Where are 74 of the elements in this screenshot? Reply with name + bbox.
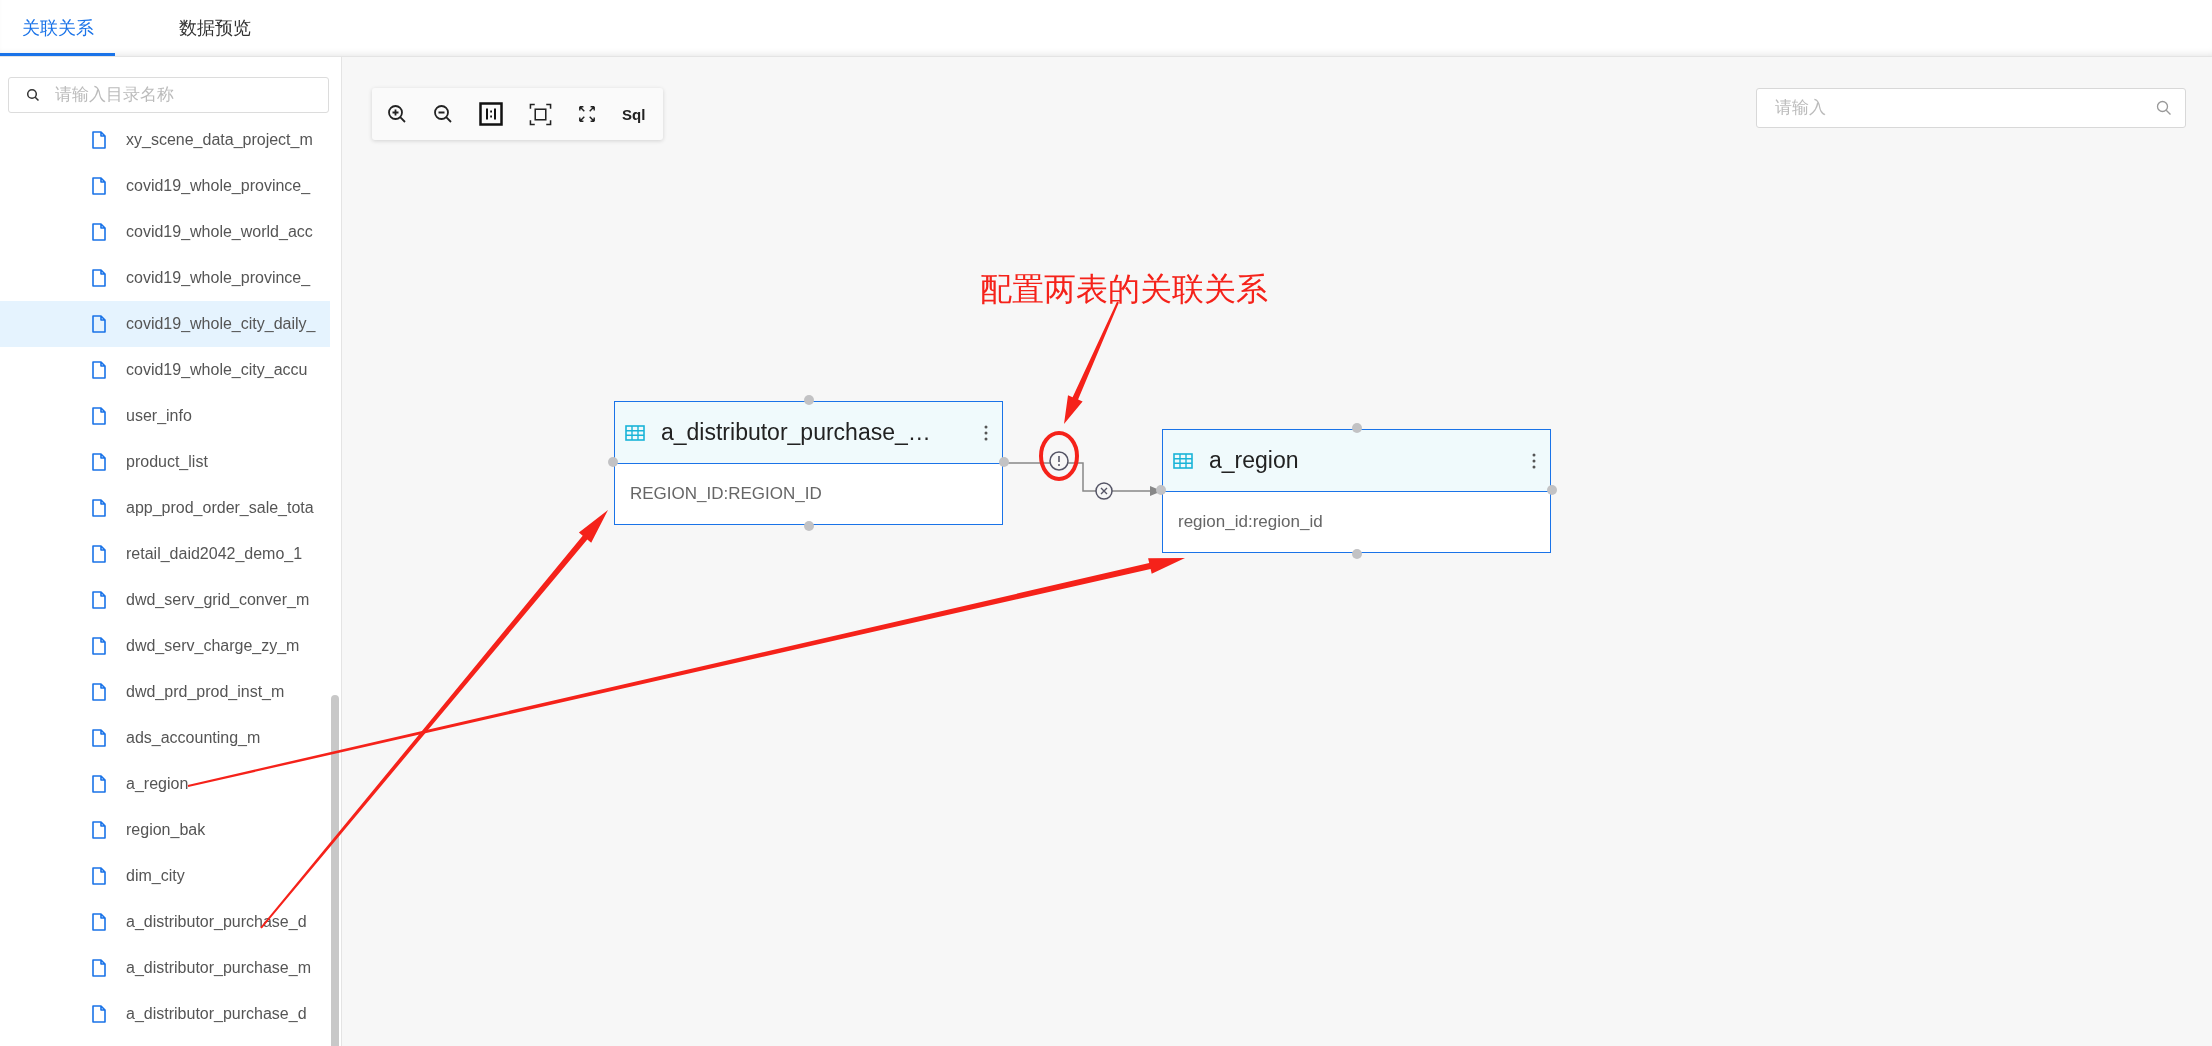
connection-handle[interactable] — [1351, 423, 1362, 433]
tab[interactable]: 关联关系 — [0, 0, 115, 56]
file-icon — [92, 407, 106, 425]
field-mapping: region_id:region_id — [1178, 512, 1323, 532]
connection-handle[interactable] — [803, 395, 814, 405]
tab[interactable]: 数据预览 — [157, 0, 272, 56]
actual-size-icon[interactable] — [479, 102, 503, 126]
file-icon — [92, 683, 106, 701]
table-list-item[interactable]: ads_accounting_m — [0, 715, 330, 761]
node-title: a_distributor_purchase_… — [661, 419, 932, 446]
remove-link-icon[interactable] — [1095, 482, 1113, 500]
table-list-item[interactable]: xy_scene_data_project_m — [0, 117, 330, 163]
table-node[interactable]: a_region region_id:region_id — [1162, 429, 1551, 553]
file-icon — [92, 269, 106, 287]
table-list-item[interactable]: dwd_serv_charge_zy_m — [0, 623, 330, 669]
table-list-item[interactable]: dim_city — [0, 853, 330, 899]
sql-button[interactable]: Sql — [622, 105, 646, 123]
table-list-item[interactable]: covid19_whole_province_ — [0, 163, 330, 209]
table-list-item[interactable]: covid19_whole_province_ — [0, 255, 330, 301]
file-icon — [92, 729, 106, 747]
table-list-item[interactable]: app_prod_order_sale_tota — [0, 485, 330, 531]
connection-handle[interactable] — [1351, 549, 1362, 559]
table-list-item[interactable]: dwd_serv_grid_conver_m — [0, 577, 330, 623]
file-icon — [92, 499, 106, 517]
file-icon — [92, 131, 106, 149]
search-field[interactable]: 请输入目录名称 — [8, 77, 329, 113]
fit-screen-icon[interactable] — [529, 102, 552, 126]
table-icon — [625, 424, 645, 441]
file-icon — [92, 775, 106, 793]
search-icon — [26, 88, 40, 102]
file-icon — [92, 177, 106, 195]
connection-handle[interactable] — [1156, 485, 1166, 495]
connection-handle[interactable] — [803, 521, 814, 531]
field-mapping: REGION_ID:REGION_ID — [630, 484, 822, 504]
table-list-item[interactable]: a_distributor_purchase_m — [0, 945, 330, 991]
file-icon — [92, 223, 106, 241]
table-icon — [1173, 452, 1193, 469]
warning-icon[interactable] — [1049, 451, 1069, 471]
search-icon — [2156, 100, 2172, 116]
table-node[interactable]: a_distributor_purchase_… REGION_ID:REGION_ID — [614, 401, 1003, 525]
file-icon — [92, 1005, 106, 1023]
scrollbar[interactable] — [331, 695, 339, 1046]
table-list-item[interactable]: covid19_whole_city_accu — [0, 347, 330, 393]
table-list-item[interactable]: covid19_whole_city_daily_ — [0, 301, 330, 347]
file-icon — [92, 453, 106, 471]
more-icon[interactable] — [984, 424, 988, 441]
file-icon — [92, 959, 106, 977]
annotation-ellipse — [1039, 431, 1079, 481]
zoom-out-icon[interactable] — [433, 104, 453, 124]
table-list-item[interactable]: product_list — [0, 439, 330, 485]
file-icon — [92, 315, 106, 333]
table-list-item[interactable]: user_info — [0, 393, 330, 439]
file-icon — [92, 361, 106, 379]
file-icon — [92, 545, 106, 563]
connection-handle[interactable] — [1547, 485, 1557, 495]
annotation-text: 配置两表的关联关系 — [980, 270, 1268, 309]
file-icon — [92, 637, 106, 655]
table-list-item[interactable]: covid19_whole_world_acc — [0, 209, 330, 255]
file-icon — [92, 913, 106, 931]
fullscreen-icon[interactable] — [578, 105, 596, 123]
table-list-item[interactable]: dwd_prd_prod_inst_m — [0, 669, 330, 715]
connection-handle[interactable] — [999, 457, 1009, 467]
file-icon — [92, 821, 106, 839]
file-icon — [92, 591, 106, 609]
search-field[interactable]: 请输入 — [1756, 88, 2186, 128]
table-list-item[interactable]: a_region — [0, 761, 330, 807]
table-list-item[interactable]: region_bak — [0, 807, 330, 853]
zoom-in-icon[interactable] — [387, 104, 407, 124]
more-icon[interactable] — [1532, 452, 1536, 469]
file-icon — [92, 867, 106, 885]
table-list-item[interactable]: a_distributor_purchase_d — [0, 991, 330, 1037]
table-list-item[interactable]: retail_daid2042_demo_1 — [0, 531, 330, 577]
node-title: a_region — [1209, 447, 1300, 474]
connection-handle[interactable] — [608, 457, 618, 467]
